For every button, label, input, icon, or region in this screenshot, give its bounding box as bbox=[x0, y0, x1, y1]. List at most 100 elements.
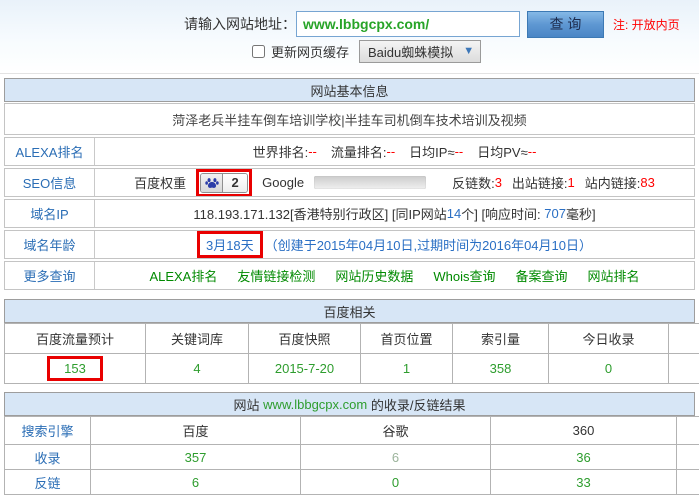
query-button[interactable]: 查 询 bbox=[527, 11, 604, 38]
collect-title-prefix: 网站 bbox=[234, 395, 264, 414]
engine-row-label: 搜索引擎 bbox=[5, 417, 91, 445]
link-whois-query[interactable]: Whois查询 bbox=[433, 266, 495, 285]
response-time-value: 707 bbox=[544, 206, 566, 221]
world-rank-value: -- bbox=[308, 144, 317, 159]
baidu-table-header-row: 百度流量预计 关键词库 百度快照 首页位置 索引量 今日收录 bbox=[5, 324, 699, 354]
daily-pv-label: 日均PV≈ bbox=[477, 142, 527, 161]
site-title: 菏泽老兵半挂车倒车培训学校|半挂车司机倒车技术培训及视频 bbox=[172, 110, 526, 129]
google-pr-label: Google bbox=[262, 175, 304, 190]
inlinks-value: 83 bbox=[640, 175, 654, 190]
domain-created-text: （创建于 bbox=[265, 235, 317, 254]
backlinks-value: 3 bbox=[495, 175, 502, 190]
alexa-row-label: ALEXA排名 bbox=[5, 138, 95, 165]
domain-ip-text-after: 毫秒] bbox=[566, 204, 596, 223]
backlink-row-label: 反链 bbox=[5, 470, 91, 495]
seo-row: SEO信息 百度权重 2 Google 反链数:3 出站链接:1 站内链接:83 bbox=[4, 168, 695, 197]
world-rank-label: 世界排名: bbox=[253, 142, 309, 161]
note-text: 注: 开放内页 bbox=[613, 16, 680, 33]
baidu-related-header: 百度相关 bbox=[4, 299, 695, 323]
collect-google-value: 6 bbox=[301, 445, 491, 470]
baidu-related-table: 百度流量预计 关键词库 百度快照 首页位置 索引量 今日收录 153 4 201… bbox=[4, 323, 699, 384]
col-header-snapshot: 百度快照 bbox=[249, 324, 361, 354]
url-input-label: 请输入网站地址： bbox=[184, 14, 296, 34]
basic-info-header: 网站基本信息 bbox=[4, 78, 695, 102]
domain-expire-text: ,过期时间为 bbox=[414, 235, 483, 254]
domain-created-date: 2015年04月10日 bbox=[317, 235, 414, 254]
more-query-row: 更多查询 ALEXA排名 友情链接检测 网站历史数据 Whois查询 备案查询 … bbox=[4, 261, 695, 290]
col-header-homepage-pos: 首页位置 bbox=[361, 324, 453, 354]
snapshot-value: 2015-7-20 bbox=[249, 354, 361, 384]
baidu-weight-annotation: 2 bbox=[196, 169, 252, 196]
collect-row: 收录 357 6 36 bbox=[5, 445, 699, 470]
spider-select[interactable]: Baidu蜘蛛模拟 ▼ bbox=[359, 40, 481, 63]
baidu-related-section: 百度相关 百度流量预计 关键词库 百度快照 首页位置 索引量 今日收录 153 … bbox=[0, 299, 699, 384]
engine-header-row: 搜索引擎 百度 谷歌 360 bbox=[5, 417, 699, 445]
col-header-clipped bbox=[669, 324, 699, 354]
link-friend-link-check[interactable]: 友情链接检测 bbox=[237, 266, 315, 285]
daily-ip-value: -- bbox=[455, 144, 464, 159]
col-header-index-count: 索引量 bbox=[453, 324, 549, 354]
link-alexa-rank[interactable]: ALEXA排名 bbox=[149, 266, 217, 285]
domain-ip-text: 118.193.171.132[香港特别行政区] [同IP网站 bbox=[193, 204, 446, 223]
daily-ip-label: 日均IP≈ bbox=[409, 142, 454, 161]
domain-age-value: 3月18天 bbox=[206, 235, 254, 254]
collect-results-table: 搜索引擎 百度 谷歌 360 收录 357 6 36 反链 6 0 33 bbox=[4, 416, 699, 495]
spider-select-value: Baidu蜘蛛模拟 bbox=[368, 42, 453, 61]
keywords-value: 4 bbox=[146, 354, 249, 384]
homepage-pos-value: 1 bbox=[361, 354, 453, 384]
domain-age-annotation: 3月18天 bbox=[197, 231, 263, 258]
domain-age-close-paren: ） bbox=[579, 235, 592, 254]
cache-options-row: 更新网页缓存 Baidu蜘蛛模拟 ▼ bbox=[0, 38, 699, 64]
collect-title-suffix: 的收录/反链结果 bbox=[367, 395, 465, 414]
link-site-rank[interactable]: 网站排名 bbox=[588, 266, 640, 285]
link-icp-query[interactable]: 备案查询 bbox=[516, 266, 568, 285]
more-query-row-label: 更多查询 bbox=[5, 262, 95, 289]
basic-info-section: 网站基本信息 菏泽老兵半挂车倒车培训学校|半挂车司机倒车技术培训及视频 ALEX… bbox=[0, 78, 699, 290]
baidu-paw-icon bbox=[201, 174, 223, 192]
alexa-row: ALEXA排名 世界排名:-- 流量排名:-- 日均IP≈-- 日均PV≈-- bbox=[4, 137, 695, 166]
chevron-down-icon: ▼ bbox=[463, 45, 474, 57]
collect-360-value: 36 bbox=[491, 445, 677, 470]
value-clipped bbox=[669, 354, 699, 384]
same-ip-count[interactable]: 14 bbox=[447, 206, 461, 221]
backlinks-label: 反链数: bbox=[452, 173, 495, 192]
backlink-row: 反链 6 0 33 bbox=[5, 470, 699, 495]
traffic-rank-value: -- bbox=[387, 144, 396, 159]
domain-age-row: 域名年龄 3月18天 （创建于 2015年04月10日 ,过期时间为 2016年… bbox=[4, 230, 695, 259]
collect-row-label: 收录 bbox=[5, 445, 91, 470]
engine-google: 谷歌 bbox=[301, 417, 491, 445]
domain-ip-text-mid: 个] [响应时间: bbox=[461, 204, 544, 223]
col-header-keywords: 关键词库 bbox=[146, 324, 249, 354]
traffic-rank-label: 流量排名: bbox=[331, 142, 387, 161]
baidu-weight-badge[interactable]: 2 bbox=[200, 173, 248, 193]
baidu-weight-value: 2 bbox=[223, 174, 247, 192]
outlinks-label: 出站链接: bbox=[512, 173, 568, 192]
domain-ip-row-label: 域名IP bbox=[5, 200, 95, 227]
baidu-weight-label: 百度权重 bbox=[134, 173, 186, 192]
domain-expire-date: 2016年04月10日 bbox=[482, 235, 579, 254]
query-form: 请输入网站地址： 查 询 注: 开放内页 更新网页缓存 Baidu蜘蛛模拟 ▼ bbox=[0, 0, 699, 74]
engine-clipped bbox=[677, 417, 699, 445]
domain-age-row-label: 域名年龄 bbox=[5, 231, 95, 258]
site-title-row: 菏泽老兵半挂车倒车培训学校|半挂车司机倒车技术培训及视频 bbox=[4, 103, 695, 135]
backlink-baidu-value: 6 bbox=[91, 470, 301, 495]
engine-360: 360 bbox=[491, 417, 677, 445]
collect-results-header: 网站 www.lbbgcpx.com 的收录/反链结果 bbox=[4, 392, 695, 416]
google-pr-bar bbox=[314, 176, 426, 189]
link-site-history[interactable]: 网站历史数据 bbox=[335, 266, 413, 285]
outlinks-value: 1 bbox=[568, 175, 575, 190]
index-count-value: 358 bbox=[453, 354, 549, 384]
traffic-annotation: 153 bbox=[47, 356, 103, 381]
url-input[interactable] bbox=[296, 11, 520, 37]
collect-clipped bbox=[677, 445, 699, 470]
engine-baidu: 百度 bbox=[91, 417, 301, 445]
update-cache-checkbox[interactable] bbox=[252, 45, 265, 58]
col-header-today-collect: 今日收录 bbox=[549, 324, 669, 354]
domain-ip-row: 域名IP 118.193.171.132[香港特别行政区] [同IP网站 14 … bbox=[4, 199, 695, 228]
baidu-table-value-row: 153 4 2015-7-20 1 358 0 bbox=[5, 354, 699, 384]
daily-pv-value: -- bbox=[528, 144, 537, 159]
inlinks-label: 站内链接: bbox=[585, 173, 641, 192]
backlink-clipped bbox=[677, 470, 699, 495]
seo-row-label: SEO信息 bbox=[5, 169, 95, 196]
collect-baidu-value: 357 bbox=[91, 445, 301, 470]
